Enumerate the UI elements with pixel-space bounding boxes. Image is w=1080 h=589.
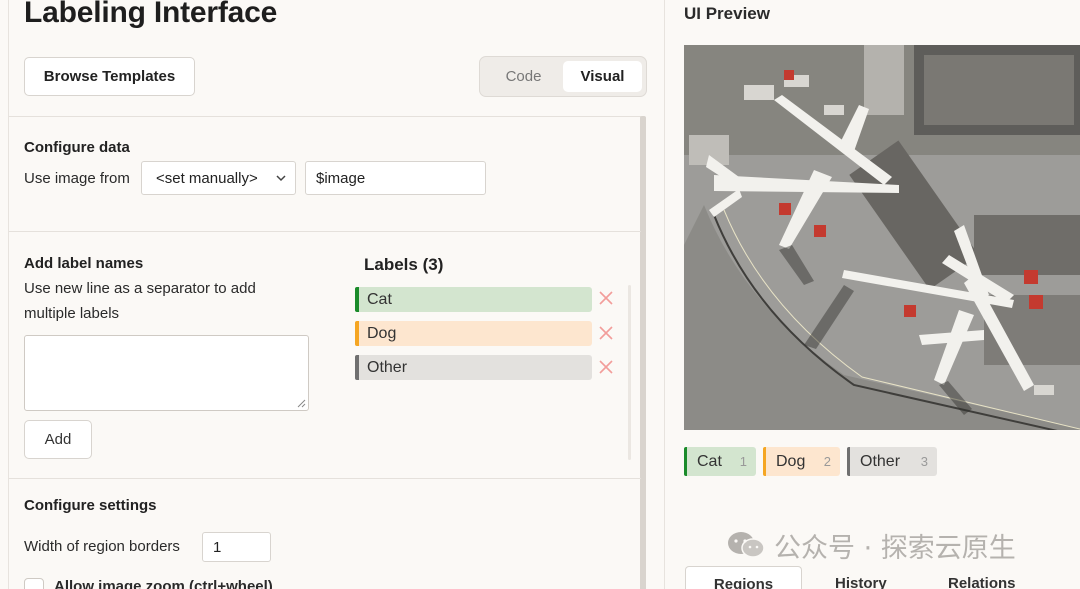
watermark: 公众号 · 探索云原生 [726,527,1016,564]
chip-color-bar [763,447,766,476]
chip-color-bar [847,447,850,476]
tab-history[interactable]: History [835,566,887,589]
label-hint-line2: multiple labels [24,305,120,322]
border-width-label: Width of region borders [24,538,180,555]
chip-label: Dog [776,452,806,470]
chip-other[interactable]: Other 3 [847,447,937,476]
labels-scrollbar[interactable] [628,285,631,460]
scrollbar[interactable] [640,116,646,589]
allow-zoom-label: Allow image zoom (ctrl+wheel) [54,578,273,589]
resize-grip-icon[interactable] [297,399,306,408]
label-names-textarea[interactable] [24,335,309,411]
chip-dog[interactable]: Dog 2 [763,447,840,476]
image-source-value: <set manually> [156,169,258,187]
preview-panel: UI Preview Cat 1 Dog 2 Other 3 [666,0,1080,589]
add-label-names-title: Add label names [24,255,144,272]
use-image-from-label: Use image from [24,170,130,187]
configure-data-title: Configure data [24,139,130,156]
visual-tab[interactable]: Visual [563,61,642,92]
config-panel: Labeling Interface Browse Templates Code… [8,0,665,589]
image-variable-input[interactable]: $image [305,161,486,195]
watermark-text: 公众号 · 探索云原生 [774,532,1016,564]
chip-label: Other [860,452,901,470]
border-width-value: 1 [213,538,222,556]
remove-dog-icon[interactable] [599,326,613,340]
configure-settings-title: Configure settings [24,497,157,514]
chip-cat[interactable]: Cat 1 [684,447,756,476]
label-color-bar [355,321,359,346]
chip-color-bar [684,447,687,476]
image-variable-value: $image [316,169,366,187]
chip-label: Cat [697,452,722,470]
image-source-select[interactable]: <set manually> [141,161,296,195]
divider [9,478,641,479]
label-color-bar [355,287,359,312]
labels-heading: Labels (3) [364,255,444,274]
label-hint-line1: Use new line as a separator to add [24,280,256,297]
border-width-input[interactable]: 1 [202,532,271,562]
label-item-other: Other [355,355,592,380]
code-visual-toggle: Code Visual [479,56,647,97]
remove-other-icon[interactable] [599,360,613,374]
remove-cat-icon[interactable] [599,291,613,305]
chevron-down-icon [276,175,286,182]
add-labels-button[interactable]: Add [24,420,92,459]
divider [9,116,641,117]
chip-hotkey: 3 [920,454,928,469]
label-name: Dog [367,324,397,342]
chip-hotkey: 2 [823,454,831,469]
chip-hotkey: 1 [739,454,747,469]
page-title: Labeling Interface [24,0,278,29]
preview-title: UI Preview [684,4,770,23]
browse-templates-button[interactable]: Browse Templates [24,57,195,96]
tab-regions[interactable]: Regions [685,566,802,589]
label-item-dog: Dog [355,321,592,346]
preview-tabs: Regions History Relations [685,566,1080,589]
label-name: Other [367,358,408,376]
tab-relations[interactable]: Relations [948,566,1016,589]
divider [9,231,641,232]
wechat-icon [728,532,765,558]
allow-zoom-checkbox[interactable] [24,578,44,589]
code-tab[interactable]: Code [484,61,563,92]
label-item-cat: Cat [355,287,592,312]
label-color-bar [355,355,359,380]
label-name: Cat [367,290,392,308]
airport-preview-image[interactable] [684,45,1080,430]
aerial-airport-illustration [684,45,1080,430]
